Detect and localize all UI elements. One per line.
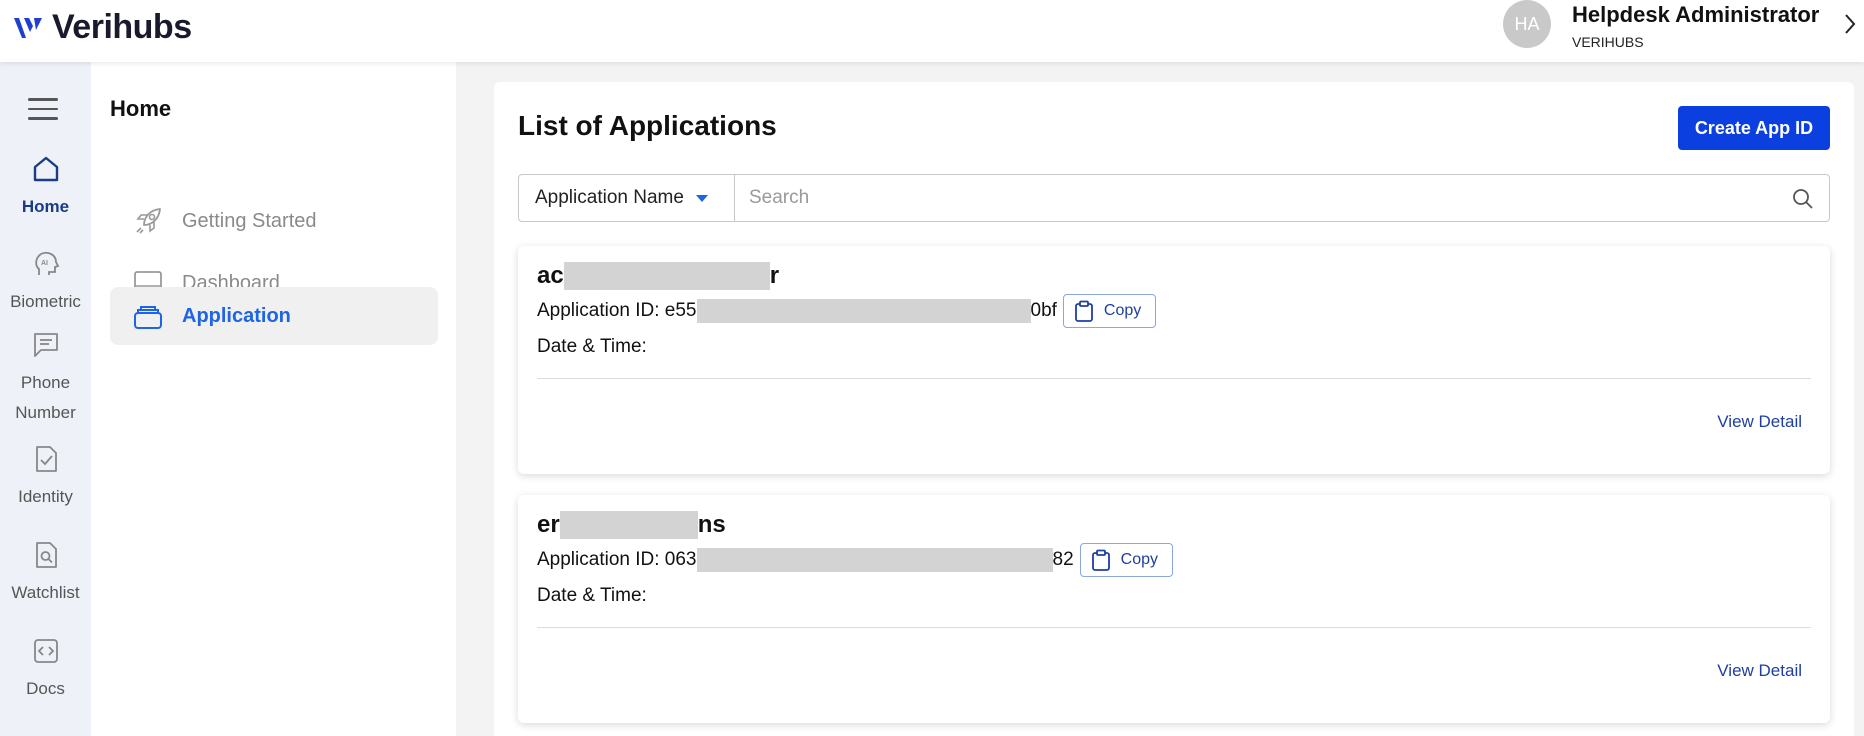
application-card: ac r Application ID: e55 0bf Copy Date &…: [518, 246, 1830, 474]
filter-selected-value: Application Name: [535, 187, 684, 208]
copy-id-button[interactable]: Copy: [1079, 543, 1173, 577]
user-name: Helpdesk Administrator: [1572, 2, 1820, 27]
search-input[interactable]: [749, 175, 1769, 221]
verihubs-logo-icon: [14, 17, 42, 38]
application-date-row: Date & Time:: [537, 336, 647, 358]
redacted-block: [696, 299, 1031, 323]
search-filter-select[interactable]: Application Name: [518, 174, 735, 222]
user-avatar[interactable]: HA: [1503, 0, 1551, 48]
home-icon: [33, 156, 58, 182]
subnav-item-getting-started[interactable]: Getting Started: [110, 192, 438, 250]
sub-navigation: Home Getting Started Dashboard Applicati…: [91, 62, 456, 736]
view-detail-link[interactable]: View Detail: [1717, 661, 1802, 681]
rail-item-watchlist[interactable]: Watchlist: [0, 540, 91, 608]
application-id-row: Application ID: 063 82 Copy: [537, 543, 1173, 577]
application-id-label: Application ID:: [537, 300, 660, 321]
redacted-block: [696, 548, 1053, 572]
stack-icon: [134, 306, 162, 329]
brand-name: Verihubs: [52, 8, 192, 46]
subnav-label-application: Application: [182, 304, 291, 327]
rocket-icon: [136, 208, 161, 234]
rail-item-identity[interactable]: Identity: [0, 444, 91, 512]
copy-id-button[interactable]: Copy: [1062, 294, 1157, 328]
application-card: er ns Application ID: 063 82 Copy Date &…: [518, 495, 1830, 723]
applications-panel: List of Applications Create App ID Appli…: [494, 82, 1854, 736]
page-title: List of Applications: [518, 110, 777, 141]
application-name-start: ac: [537, 262, 564, 289]
clipboard-icon: [1075, 300, 1093, 322]
subnav-item-application[interactable]: Application: [110, 287, 438, 345]
card-divider: [537, 378, 1811, 379]
application-name-start: er: [537, 511, 560, 538]
search-icon[interactable]: [1791, 187, 1815, 211]
application-id-end: 82: [1052, 549, 1074, 570]
rail-label-identity: Identity: [18, 487, 73, 506]
ai-head-icon: AI: [34, 251, 59, 275]
svg-text:AI: AI: [41, 260, 48, 267]
application-id-start: 063: [664, 549, 697, 570]
rail-label-phone: Phone: [20, 373, 71, 392]
application-name-end: ns: [697, 511, 726, 538]
redacted-block: [563, 262, 770, 290]
application-id-label: Application ID:: [537, 549, 660, 570]
chevron-right-icon[interactable]: [1843, 12, 1857, 36]
rail-item-phone-number[interactable]: Phone Number: [0, 330, 91, 428]
application-name: er ns: [537, 511, 726, 539]
menu-toggle-icon[interactable]: [28, 98, 58, 120]
rail-item-home[interactable]: Home: [0, 154, 91, 222]
application-id-start: e55: [664, 300, 697, 321]
date-label: Date & Time:: [537, 585, 647, 606]
search-box: [734, 174, 1830, 222]
rail-label-biometric: Biometric: [10, 292, 81, 311]
document-search-icon: [35, 542, 57, 568]
clipboard-icon: [1091, 549, 1110, 571]
copy-label: Copy: [1120, 551, 1158, 568]
application-name: ac r: [537, 262, 779, 290]
application-date-row: Date & Time:: [537, 585, 647, 607]
chat-icon: [33, 333, 58, 357]
view-detail-link[interactable]: View Detail: [1717, 412, 1802, 432]
copy-label: Copy: [1103, 302, 1142, 319]
application-id-row: Application ID: e55 0bf Copy: [537, 294, 1157, 328]
rail-label-docs: Docs: [26, 679, 65, 698]
redacted-block: [559, 511, 698, 539]
subnav-title: Home: [110, 96, 172, 121]
subnav-label-getting-started: Getting Started: [182, 209, 317, 232]
rail-item-biometric[interactable]: AI Biometric: [0, 249, 91, 317]
application-id-end: 0bf: [1030, 300, 1057, 321]
rail-label-number: Number: [15, 403, 76, 422]
user-organization: VERIHUBS: [1572, 34, 1644, 50]
rail-label-home: Home: [21, 197, 70, 216]
date-label: Date & Time:: [537, 336, 647, 357]
rail-label-watchlist: Watchlist: [11, 583, 80, 602]
document-check-icon: [35, 446, 57, 472]
rail-item-docs[interactable]: Docs: [0, 636, 91, 704]
icon-rail: Home AI Biometric Phone Number Identity …: [0, 62, 91, 736]
caret-down-icon: [695, 194, 708, 202]
card-divider: [537, 627, 1811, 628]
brand-logo[interactable]: Verihubs: [12, 8, 192, 47]
code-icon: [33, 639, 58, 663]
create-app-id-button[interactable]: Create App ID: [1678, 106, 1830, 150]
top-header: Verihubs HA Helpdesk Administrator VERIH…: [0, 0, 1864, 62]
application-name-end: r: [769, 262, 780, 289]
